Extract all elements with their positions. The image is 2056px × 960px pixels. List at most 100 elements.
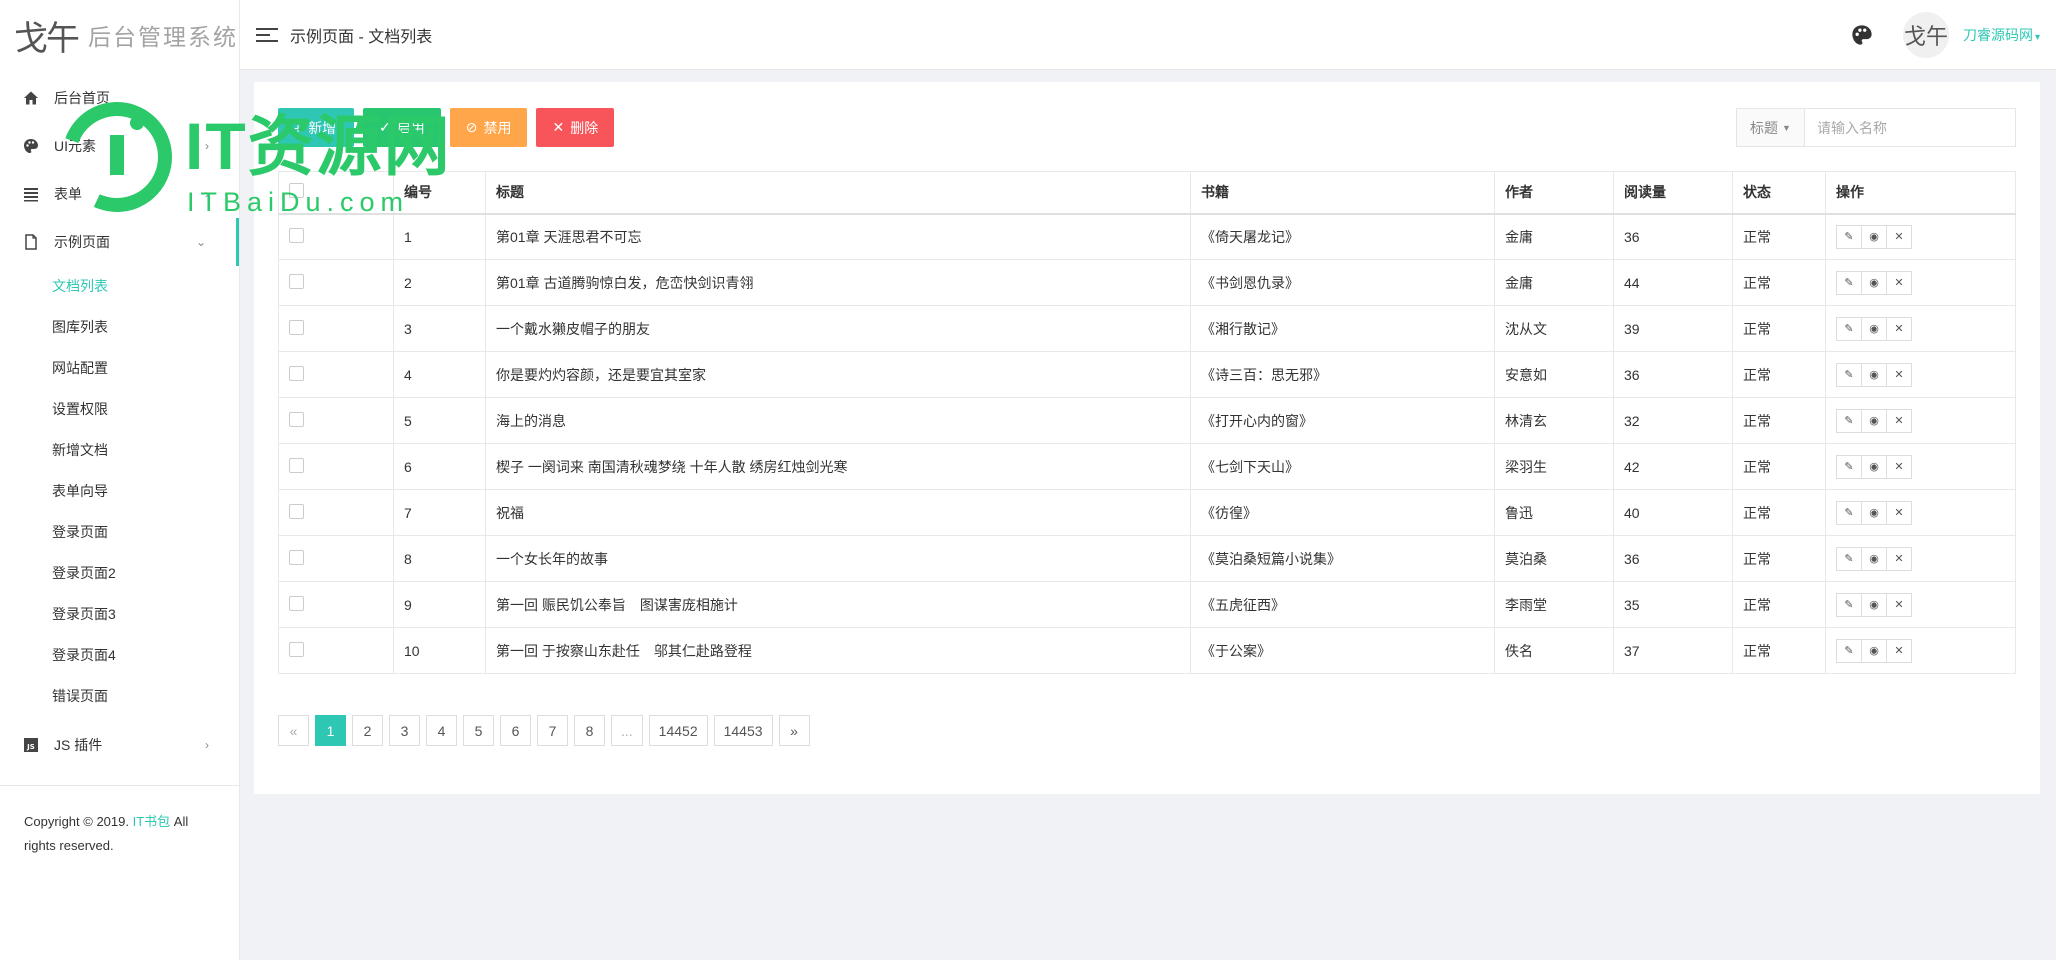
submenu-item-site-config[interactable]: 网站配置 xyxy=(0,348,239,389)
menu-toggle-icon[interactable] xyxy=(256,27,278,42)
edit-icon[interactable]: ✎ xyxy=(1836,270,1862,295)
sidebar-item-ui[interactable]: UI元素 › xyxy=(0,122,239,170)
row-select-cell xyxy=(278,581,394,628)
view-icon[interactable]: ◉ xyxy=(1861,546,1887,571)
view-icon[interactable]: ◉ xyxy=(1861,316,1887,341)
view-icon[interactable]: ◉ xyxy=(1861,592,1887,617)
submenu-item-error[interactable]: 错误页面 xyxy=(0,676,239,717)
row-checkbox[interactable] xyxy=(289,549,304,565)
edit-icon[interactable]: ✎ xyxy=(1836,224,1862,249)
page-button[interactable]: 8 xyxy=(574,715,605,746)
row-checkbox[interactable] xyxy=(289,227,304,243)
row-author: 金庸 xyxy=(1494,259,1614,306)
view-icon[interactable]: ◉ xyxy=(1861,362,1887,387)
delete-row-icon[interactable]: ✕ xyxy=(1886,224,1912,249)
sidebar-item-examples[interactable]: 示例页面 ⌄ xyxy=(0,218,239,266)
row-checkbox[interactable] xyxy=(289,595,304,611)
delete-row-icon[interactable]: ✕ xyxy=(1886,500,1912,525)
view-icon[interactable]: ◉ xyxy=(1861,224,1887,249)
edit-icon[interactable]: ✎ xyxy=(1836,408,1862,433)
delete-row-icon[interactable]: ✕ xyxy=(1886,592,1912,617)
page-button[interactable]: 6 xyxy=(500,715,531,746)
row-title: 祝福 xyxy=(485,489,1191,536)
enable-button[interactable]: ✓ 启用 xyxy=(363,108,441,147)
delete-row-icon[interactable]: ✕ xyxy=(1886,270,1912,295)
view-icon[interactable]: ◉ xyxy=(1861,638,1887,663)
submenu-item-doc-list[interactable]: 文档列表 xyxy=(0,266,239,307)
user-menu[interactable]: 刀睿源码网 ▾ xyxy=(1963,25,2040,45)
page-button[interactable]: 2 xyxy=(352,715,383,746)
submenu-item-new-doc[interactable]: 新增文档 xyxy=(0,430,239,471)
edit-icon[interactable]: ✎ xyxy=(1836,454,1862,479)
page-ellipsis[interactable]: ... xyxy=(611,715,643,746)
row-checkbox[interactable] xyxy=(289,641,304,657)
delete-row-icon[interactable]: ✕ xyxy=(1886,546,1912,571)
sidebar-item-label: 示例页面 xyxy=(54,234,110,250)
logo[interactable]: 戈午 后台管理系统 xyxy=(0,0,239,70)
row-checkbox[interactable] xyxy=(289,411,304,427)
submenu-item-form-wizard[interactable]: 表单向导 xyxy=(0,471,239,512)
page-button[interactable]: 7 xyxy=(537,715,568,746)
page-button[interactable]: 1 xyxy=(315,715,346,746)
submenu-item-login-4[interactable]: 登录页面4 xyxy=(0,635,239,676)
submenu-item-gallery-list[interactable]: 图库列表 xyxy=(0,307,239,348)
table-row: 4 你是要灼灼容颜，还是要宜其室家 《诗三百：思无邪》 安意如 36 正常 ✎ ◉ ✕ xyxy=(278,351,2016,398)
logo-mark: 戈午 xyxy=(14,18,80,59)
disable-button[interactable]: ⊘ 禁用 xyxy=(449,108,528,147)
delete-row-icon[interactable]: ✕ xyxy=(1886,408,1912,433)
row-checkbox[interactable] xyxy=(289,503,304,519)
search-input[interactable] xyxy=(1805,109,2015,146)
chevron-down-icon: ⌄ xyxy=(195,235,206,249)
table-header-row: 编号 标题 书籍 作者 阅读量 状态 操作 xyxy=(278,171,2016,215)
row-checkbox[interactable] xyxy=(289,273,304,289)
file-icon xyxy=(22,233,40,251)
add-button[interactable]: + 新增 xyxy=(278,108,354,147)
submenu-item-permissions[interactable]: 设置权限 xyxy=(0,389,239,430)
view-icon[interactable]: ◉ xyxy=(1861,408,1887,433)
edit-icon[interactable]: ✎ xyxy=(1836,316,1862,341)
row-checkbox[interactable] xyxy=(289,457,304,473)
palette-icon xyxy=(22,137,40,155)
delete-button[interactable]: ✕ 删除 xyxy=(536,108,615,147)
submenu-item-login-2[interactable]: 登录页面2 xyxy=(0,553,239,594)
page-button[interactable]: 4 xyxy=(426,715,457,746)
edit-icon[interactable]: ✎ xyxy=(1836,638,1862,663)
submenu-item-login-3[interactable]: 登录页面3 xyxy=(0,594,239,635)
delete-row-icon[interactable]: ✕ xyxy=(1886,316,1912,341)
row-checkbox[interactable] xyxy=(289,365,304,381)
page-button[interactable]: 14453 xyxy=(713,715,773,746)
theme-palette-icon[interactable] xyxy=(1851,24,1873,46)
sidebar-item-js-plugins[interactable]: JS JS 插件 › xyxy=(0,721,239,769)
page-prev-button[interactable]: « xyxy=(278,715,309,746)
select-all-checkbox[interactable] xyxy=(289,183,304,199)
sidebar-item-home[interactable]: 后台首页 xyxy=(0,74,239,122)
status-badge: 正常 xyxy=(1732,397,1826,444)
copyright-brand-link[interactable]: IT书包 xyxy=(133,814,171,829)
avatar[interactable]: 戈午 xyxy=(1902,12,1949,58)
copyright: Copyright © 2019. IT书包 All rights reserv… xyxy=(0,810,239,858)
row-author: 安意如 xyxy=(1494,351,1614,398)
delete-row-icon[interactable]: ✕ xyxy=(1886,362,1912,387)
page-button[interactable]: 3 xyxy=(389,715,420,746)
delete-row-icon[interactable]: ✕ xyxy=(1886,454,1912,479)
page-next-button[interactable]: » xyxy=(778,715,810,746)
view-icon[interactable]: ◉ xyxy=(1861,454,1887,479)
row-checkbox[interactable] xyxy=(289,319,304,335)
status-badge: 正常 xyxy=(1732,443,1826,490)
row-book: 《莫泊桑短篇小说集》 xyxy=(1190,535,1495,582)
edit-icon[interactable]: ✎ xyxy=(1836,362,1862,387)
edit-icon[interactable]: ✎ xyxy=(1836,592,1862,617)
sidebar-item-forms[interactable]: 表单 › xyxy=(0,170,239,218)
edit-icon[interactable]: ✎ xyxy=(1836,546,1862,571)
row-title: 第01章 古道腾驹惊白发，危峦快剑识青翎 xyxy=(485,259,1191,306)
search-field-select[interactable]: 标题 ▼ xyxy=(1737,109,1805,146)
delete-row-icon[interactable]: ✕ xyxy=(1886,638,1912,663)
page-button[interactable]: 14452 xyxy=(648,715,708,746)
page-button[interactable]: 5 xyxy=(463,715,494,746)
view-icon[interactable]: ◉ xyxy=(1861,270,1887,295)
edit-icon[interactable]: ✎ xyxy=(1836,500,1862,525)
row-reads: 37 xyxy=(1613,627,1733,674)
submenu-item-login[interactable]: 登录页面 xyxy=(0,512,239,553)
view-icon[interactable]: ◉ xyxy=(1861,500,1887,525)
enable-button-label: 启用 xyxy=(396,119,425,136)
